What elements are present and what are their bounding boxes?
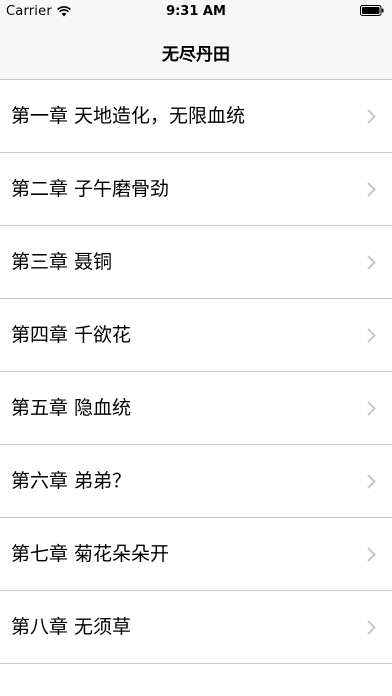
chevron-right-icon [367, 547, 376, 562]
navigation-bar: 无尽丹田 [0, 22, 392, 80]
chapter-row-5[interactable]: 第五章 隐血统 [0, 372, 392, 445]
chapter-row-1[interactable]: 第一章 天地造化，无限血统 [0, 80, 392, 153]
chevron-right-icon [367, 109, 376, 124]
chevron-right-icon [367, 182, 376, 197]
chapter-label: 第一章 天地造化，无限血统 [11, 105, 246, 127]
chapter-label: 第三章 聂铜 [11, 251, 113, 273]
chapter-label: 第五章 隐血统 [11, 397, 132, 419]
chevron-right-icon [367, 401, 376, 416]
chapter-label: 第六章 弟弟？ [11, 470, 132, 492]
chapter-row-8[interactable]: 第八章 无须草 [0, 591, 392, 664]
chapter-row-7[interactable]: 第七章 菊花朵朵开 [0, 518, 392, 591]
chapter-row-3[interactable]: 第三章 聂铜 [0, 226, 392, 299]
status-bar: Carrier 9:31 AM [0, 0, 392, 22]
chapter-row-2[interactable]: 第二章 子午磨骨劲 [0, 153, 392, 226]
status-time: 9:31 AM [166, 4, 226, 19]
chapter-row-6[interactable]: 第六章 弟弟？ [0, 445, 392, 518]
chapter-list: 第一章 天地造化，无限血统 第二章 子午磨骨劲 第三章 聂铜 第四章 千欲花 第… [0, 80, 392, 664]
chapter-label: 第二章 子午磨骨劲 [11, 178, 170, 200]
page-title: 无尽丹田 [162, 45, 230, 65]
chevron-right-icon [367, 474, 376, 489]
battery-icon [360, 5, 384, 16]
chapter-label: 第七章 菊花朵朵开 [11, 543, 170, 565]
chevron-right-icon [367, 255, 376, 270]
chapter-label: 第八章 无须草 [11, 616, 132, 638]
chevron-right-icon [367, 328, 376, 343]
chapter-label: 第四章 千欲花 [11, 324, 132, 346]
chevron-right-icon [367, 620, 376, 635]
chapter-row-4[interactable]: 第四章 千欲花 [0, 299, 392, 372]
